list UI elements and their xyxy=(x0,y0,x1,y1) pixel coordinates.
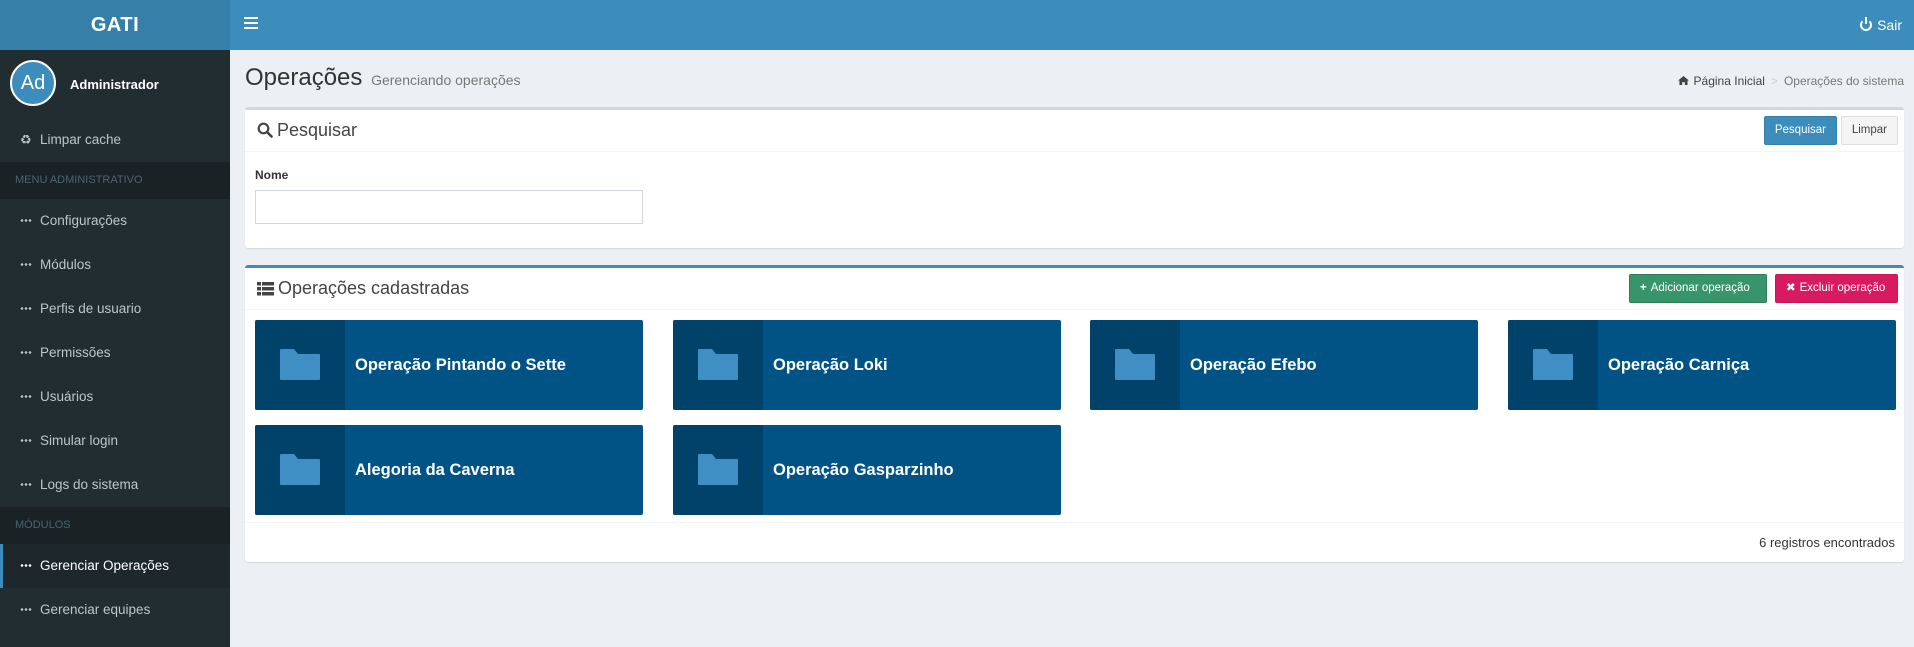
operation-name: Operação Gasparzinho xyxy=(773,461,954,479)
operations-box-footer: 6 registros encontrados xyxy=(245,522,1904,562)
ellipsis-icon xyxy=(20,564,32,567)
operation-name: Operação Efebo xyxy=(1190,356,1317,374)
ellipsis-icon xyxy=(20,307,32,310)
sidebar-item-label: Simular login xyxy=(40,433,119,448)
ellipsis-icon xyxy=(20,439,32,442)
sidebar-item-label: Limpar cache xyxy=(40,132,122,147)
close-icon: ✖ xyxy=(1786,282,1796,294)
home-icon xyxy=(1677,76,1689,85)
user-name: Administrador xyxy=(70,77,159,92)
sidebar-item-permissoes[interactable]: Permissões xyxy=(0,331,230,375)
ellipsis-icon xyxy=(20,263,32,266)
delete-operation-button[interactable]: ✖ Excluir operação xyxy=(1775,274,1898,303)
operation-tile[interactable]: Operação Loki xyxy=(673,320,1061,410)
folder-icon xyxy=(698,349,738,380)
sidebar-item-usuarios[interactable]: Usuários xyxy=(0,375,230,419)
top-navbar: Sair xyxy=(230,0,1914,50)
logout-button[interactable]: Sair xyxy=(1860,0,1902,50)
operation-name: Operação Pintando o Sette xyxy=(355,356,566,374)
operation-name: Operação Loki xyxy=(773,356,888,374)
sidebar-item-modulos[interactable]: Módulos xyxy=(0,243,230,287)
tile-icon-area xyxy=(673,425,763,515)
operation-tile[interactable]: Operação Pintando o Sette xyxy=(255,320,643,410)
operation-name: Alegoria da Caverna xyxy=(355,461,515,479)
search-box-title: Pesquisar xyxy=(257,120,357,141)
folder-icon xyxy=(1533,349,1573,380)
tile-icon-area xyxy=(1090,320,1180,410)
list-icon xyxy=(257,282,274,296)
sidebar-item-gerenciar-operacoes[interactable]: Gerenciar Operações xyxy=(0,544,230,588)
breadcrumb-current: Operações do sistema xyxy=(1783,74,1904,88)
operation-tile[interactable]: Operação Gasparzinho xyxy=(673,425,1061,515)
user-panel: Ad Administrador xyxy=(0,50,230,118)
app-logo[interactable]: GATI xyxy=(0,0,230,50)
clear-button[interactable]: Limpar xyxy=(1840,116,1898,145)
tile-icon-area xyxy=(673,320,763,410)
sidebar-header-modules: MÓDULOS xyxy=(0,507,230,544)
search-box-header: Pesquisar Pesquisar Limpar xyxy=(245,110,1904,152)
operation-tile[interactable]: Operação Efebo xyxy=(1090,320,1478,410)
sidebar-item-gerenciar-equipes[interactable]: Gerenciar equipes xyxy=(0,588,230,632)
page-title-text: Operações xyxy=(245,64,363,91)
breadcrumb-home[interactable]: Página Inicial xyxy=(1694,74,1765,88)
search-box: Pesquisar Pesquisar Limpar Nome xyxy=(245,107,1904,248)
sidebar-item-label: Módulos xyxy=(40,257,92,272)
folder-icon xyxy=(280,454,320,485)
folder-icon xyxy=(1115,349,1155,380)
operation-tile[interactable]: Alegoria da Caverna xyxy=(255,425,643,515)
tile-icon-area xyxy=(1508,320,1598,410)
sidebar-item-configuracoes[interactable]: Configurações xyxy=(0,199,230,243)
page-title: Operações Gerenciando operações xyxy=(245,64,521,92)
ellipsis-icon xyxy=(20,351,32,354)
records-count: 6 registros encontrados xyxy=(1759,535,1895,550)
logout-label: Sair xyxy=(1877,17,1902,33)
avatar: Ad xyxy=(10,60,56,106)
tile-icon-area xyxy=(255,320,345,410)
operations-box-header: Operações cadastradas + Adicionar operaçã… xyxy=(245,268,1904,310)
sidebar-item-label: Gerenciar Operações xyxy=(40,558,170,573)
delete-operation-label: Excluir operação xyxy=(1799,282,1886,294)
sidebar: Ad Administrador ♻ Limpar cache MENU ADMI… xyxy=(0,50,230,647)
search-button[interactable]: Pesquisar xyxy=(1763,116,1837,145)
sidebar-item-label: Configurações xyxy=(40,213,128,228)
plus-icon: + xyxy=(1640,282,1647,294)
recycle-icon: ♻ xyxy=(20,132,32,147)
breadcrumb: Página Inicial > Operações do sistema xyxy=(1677,74,1904,88)
page-subtitle: Gerenciando operações xyxy=(371,72,521,88)
sidebar-item-label: Usuários xyxy=(40,389,94,404)
name-input[interactable] xyxy=(255,190,643,224)
sidebar-item-label: Logs do sistema xyxy=(40,477,139,492)
sidebar-item-logs[interactable]: Logs do sistema xyxy=(0,463,230,507)
add-operation-button[interactable]: + Adicionar operação xyxy=(1629,274,1767,303)
folder-icon xyxy=(280,349,320,380)
tile-icon-area xyxy=(255,425,345,515)
operations-box-title: Operações cadastradas xyxy=(257,278,469,299)
sidebar-item-label: Permissões xyxy=(40,345,111,360)
search-icon xyxy=(257,122,273,138)
hamburger-menu-icon[interactable] xyxy=(244,17,258,31)
sidebar-item-perfis[interactable]: Perfis de usuario xyxy=(0,287,230,331)
search-box-title-text: Pesquisar xyxy=(277,120,358,140)
sidebar-item-clear-cache[interactable]: ♻ Limpar cache xyxy=(0,118,230,162)
operations-box-title-text: Operações cadastradas xyxy=(278,278,470,298)
name-field-label: Nome xyxy=(255,168,289,182)
add-operation-label: Adicionar operação xyxy=(1650,282,1750,294)
ellipsis-icon xyxy=(20,483,32,486)
operations-box: Operações cadastradas + Adicionar operaçã… xyxy=(245,265,1904,562)
sidebar-item-label: Perfis de usuario xyxy=(40,301,142,316)
power-icon xyxy=(1860,17,1873,31)
sidebar-item-label: Gerenciar equipes xyxy=(40,602,151,617)
sidebar-header-admin: MENU ADMINISTRATIVO xyxy=(0,162,230,199)
operation-tile[interactable]: Operação Carniça xyxy=(1508,320,1896,410)
folder-icon xyxy=(698,454,738,485)
main-content: Operações Gerenciando operações Página I… xyxy=(230,50,1914,647)
ellipsis-icon xyxy=(20,219,32,222)
ellipsis-icon xyxy=(20,608,32,611)
sidebar-item-simular-login[interactable]: Simular login xyxy=(0,419,230,463)
breadcrumb-separator: > xyxy=(1770,74,1778,88)
operation-name: Operação Carniça xyxy=(1608,356,1750,374)
ellipsis-icon xyxy=(20,395,32,398)
